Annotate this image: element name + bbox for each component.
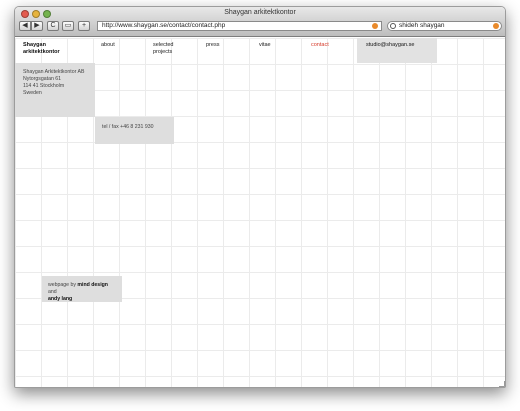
nav-about-link[interactable]: about [101, 42, 115, 49]
telephone-block: tel / fax +46 8 231 930 [95, 117, 174, 144]
address-line: Sweden [23, 90, 42, 96]
address-bar[interactable]: http://www.shaygan.se/contact/contact.ph… [97, 21, 382, 31]
search-submit-icon[interactable] [493, 23, 499, 29]
nav-contact-link[interactable]: contact [311, 42, 329, 49]
url-text: http://www.shaygan.se/contact/contact.ph… [102, 22, 226, 29]
back-button[interactable]: ◀ [19, 21, 31, 31]
telephone-text: tel / fax +46 8 231 930 [102, 124, 154, 130]
email-link[interactable]: studio@shaygan.se [366, 42, 414, 48]
address-line: Shaygan Arkitektkontor AB [23, 69, 85, 75]
credit-joiner: and [48, 289, 57, 295]
credits-block: webpage by mind design and andy lang [42, 276, 122, 302]
page-content: Shaygan arkitektkontor about selected pr… [15, 38, 505, 387]
site-navigation: Shaygan arkitektkontor about selected pr… [15, 38, 505, 63]
brand-line1: Shaygan [23, 42, 46, 48]
address-line: 114 41 Stockholm [23, 83, 65, 89]
browser-window: Shaygan arkitektkontor ◀ ▶ C ▭ + http://… [14, 6, 506, 388]
resize-grip-icon[interactable] [499, 381, 505, 387]
reload-button[interactable]: C [47, 21, 59, 31]
rss-icon[interactable] [372, 23, 378, 29]
nav-projects-line2: projects [153, 49, 173, 55]
address-line: Nytorgsgatan 61 [23, 76, 62, 82]
nav-press-link[interactable]: press [206, 42, 219, 49]
address-block: Shaygan Arkitektkontor AB Nytorgsgatan 6… [15, 63, 95, 117]
site-logo[interactable]: Shaygan arkitektkontor [23, 42, 60, 56]
search-text: shideh shaygan [399, 22, 445, 29]
nav-projects-link[interactable]: selected projects [153, 42, 174, 56]
title-bar: Shaygan arkitektkontor ◀ ▶ C ▭ + http://… [15, 7, 505, 37]
add-bookmark-button[interactable]: + [78, 21, 90, 31]
search-icon [390, 23, 396, 29]
credit-link-andy-lang[interactable]: andy lang [48, 296, 72, 302]
credit-link-mind-design[interactable]: mind design [77, 282, 108, 288]
bookmark-button[interactable]: ▭ [62, 21, 74, 31]
credit-prefix: webpage by [48, 282, 78, 288]
forward-button[interactable]: ▶ [31, 21, 43, 31]
brand-line2: arkitektkontor [23, 49, 60, 55]
search-input[interactable]: shideh shaygan [387, 21, 502, 31]
window-title: Shaygan arkitektkontor [224, 9, 296, 16]
nav-vitae-link[interactable]: vitae [259, 42, 271, 49]
nav-projects-line1: selected [153, 42, 174, 48]
